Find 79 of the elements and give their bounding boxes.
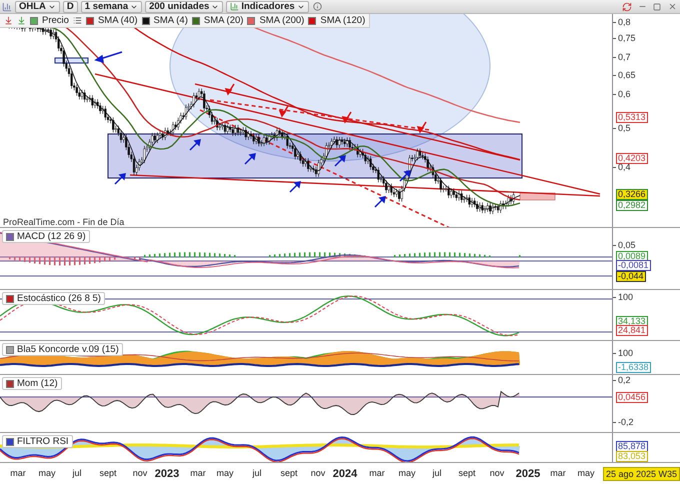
value-tag: 85,878 [616,441,648,452]
info-button[interactable] [312,0,324,12]
download-icon[interactable] [4,16,13,25]
axis-label: 0,5 [613,123,631,134]
indicator-title-text: Estocástico (26 8 5) [17,293,101,304]
indicator-title[interactable]: MACD (12 26 9) [2,230,90,243]
time-axis-label: sept [100,468,116,478]
time-axis-label: mar [190,468,206,478]
indicator-title[interactable]: Mom (12) [2,377,62,390]
value-tag: 0,4203 [616,153,648,164]
indicator-title[interactable]: Bla5 Koncorde v.09 (15) [2,343,123,356]
info-icon [313,2,322,11]
time-axis-label: mar [10,468,26,478]
time-axis-label: 2023 [154,468,180,480]
small-rectangle [54,58,88,64]
value-tag: 24,841 [616,325,648,336]
app-logo-icon [2,2,12,12]
axis-label: 0,7 [613,52,631,63]
axis-label: 100 [613,348,634,359]
time-axis-label: jul [72,468,82,478]
indicator-title[interactable]: FILTRO RSI [2,435,73,448]
legend-label[interactable]: SMA (20) [204,15,244,26]
symbol-dropdown[interactable]: OHLA [15,0,60,12]
time-axis-label: may [216,468,234,478]
refresh-button[interactable] [621,0,633,12]
units-dropdown[interactable]: 200 unidades [145,0,224,12]
download-icon[interactable] [17,16,26,25]
value-tag: 0,3266 [616,189,648,200]
close-icon [668,2,676,11]
list-icon[interactable] [72,16,82,25]
time-axis-label: mar [550,468,566,478]
indicator-title-text: FILTRO RSI [17,436,69,447]
axis-label: 0,2 [613,375,631,386]
date-tag: 25 ago 2025 W35 [602,466,680,480]
axis-label: -0,2 [613,417,634,428]
value-tag: 83,053 [616,451,648,462]
indicator-title-text: Mom (12) [17,378,58,389]
time-axis-label: mar [369,468,385,478]
maximize-icon [653,2,661,10]
value-tag: -0,0081 [616,260,651,271]
period-button[interactable]: D [62,0,78,12]
legend-label[interactable]: SMA (40) [98,15,138,26]
value-tag: 0,2982 [616,200,648,211]
indicator-title-text: Bla5 Koncorde v.09 (15) [17,344,119,355]
time-axis-label: jul [432,468,442,478]
axis-label: 0,4 [613,162,631,173]
indicator-title-text: MACD (12 26 9) [17,231,86,242]
axis-label: 0,65 [613,70,636,81]
source-label: ProRealTime.com - Fin de Día [3,217,124,227]
value-tag: -0,044 [616,271,646,282]
bar-chart-icon [230,2,240,11]
time-axis-label: nov [310,468,326,478]
value-tag: 0,0456 [616,392,648,403]
legend-label[interactable]: SMA (4) [154,15,188,26]
time-axis-label: may [398,468,416,478]
axis-label: 0,8 [613,17,631,28]
legend-label[interactable]: SMA (120) [320,15,366,26]
axis-label: 0,75 [613,33,636,44]
time-axis-label: 2024 [332,468,358,480]
time-axis-label: may [578,468,594,478]
time-axis-label: 2025 [516,468,540,480]
axis-label: 0,05 [613,240,636,251]
time-axis-label: nov [132,468,148,478]
maximize-button[interactable] [651,0,663,12]
value-tag: -1,6338 [616,362,651,373]
legend-label[interactable]: Precio [42,15,69,26]
time-axis-label: sept [280,468,298,478]
interval-dropdown[interactable]: 1 semana [80,0,142,12]
indicators-dropdown[interactable]: Indicadores [226,0,309,12]
time-axis-label: jul [252,468,262,478]
indicator-title[interactable]: Estocástico (26 8 5) [2,292,105,305]
axis-label: 0,6 [613,89,631,100]
time-axis-label: sept [458,468,476,478]
time-axis-label: may [38,468,56,478]
refresh-icon [622,2,632,12]
value-tag: 0,5313 [616,112,648,123]
axis-label: 100 [613,292,634,303]
time-axis-label: nov [490,468,504,478]
legend-label[interactable]: SMA (200) [259,15,304,26]
